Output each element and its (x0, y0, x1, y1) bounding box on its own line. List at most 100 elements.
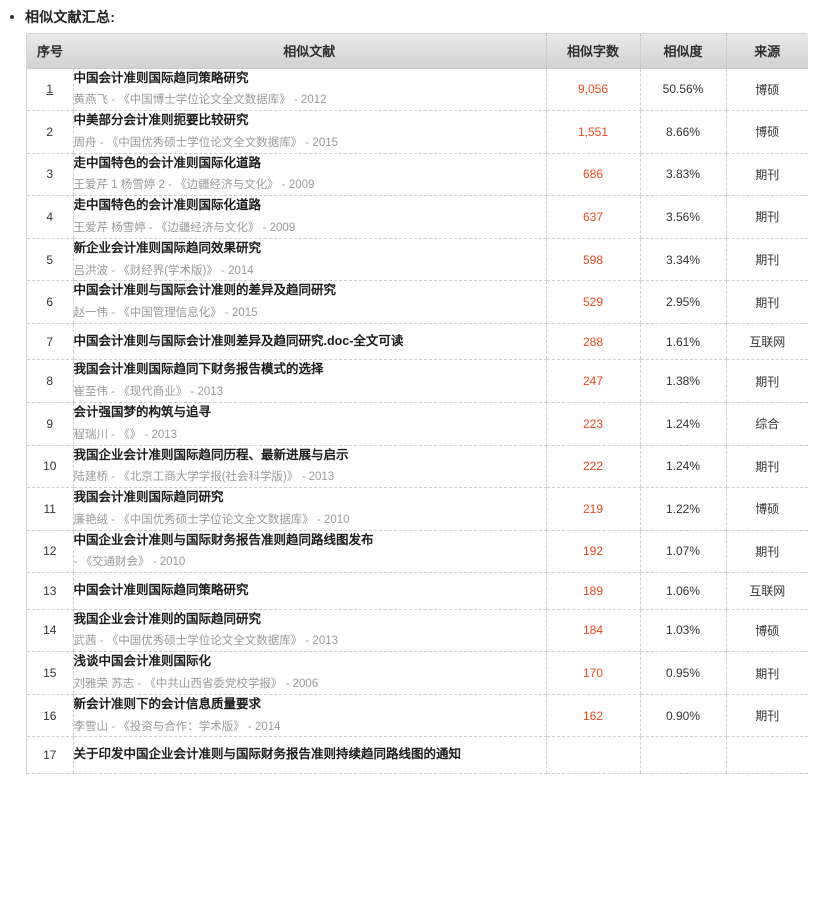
row-index: 12 (43, 544, 57, 559)
document-title[interactable]: 浅谈中国会计准则国际化 (74, 652, 546, 671)
row-index-cell: 9 (27, 402, 73, 446)
table-row[interactable]: 10 我国企业会计准则国际趋同历程、最新进展与启示 陆建桥 - 《北京工商大学学报(… (27, 445, 808, 489)
source-cell: 期刊 (725, 238, 808, 282)
source-cell: 博硕 (725, 68, 808, 112)
document-title[interactable]: 新企业会计准则国际趋同效果研究 (74, 239, 546, 258)
similarity-cell: 1.22% (639, 487, 726, 531)
document-cell: 中美部分会计准则扼要比较研究 周舟 - 《中国优秀硕士学位论文全文数据库》 - 2… (72, 110, 546, 154)
word-count-cell: 247 (545, 359, 640, 403)
table-row[interactable]: 3 走中国特色的会计准则国际化道路 王爱芹 1 杨雪婷 2 - 《边疆经济与文化》 … (27, 153, 808, 197)
table-row[interactable]: 6 中国会计准则与国际会计准则的差异及趋同研究 赵一伟 - 《中国管理信息化》 - … (27, 280, 808, 324)
word-count-cell: 288 (545, 323, 640, 361)
row-index-cell: 1 (27, 68, 73, 112)
table-row[interactable]: 7 中国会计准则与国际会计准则差异及趋同研究.doc-全文可读 288 1.61% 互联… (27, 323, 808, 361)
document-meta: 廉艳绒 - 《中国优秀硕士学位论文全文数据库》 - 2010 (73, 513, 350, 526)
similarity-cell (639, 736, 726, 774)
document-cell: 中国会计准则国际趋同策略研究 (72, 572, 546, 610)
row-index-cell: 14 (27, 609, 73, 653)
similarity-cell: 1.06% (639, 572, 726, 610)
document-title[interactable]: 走中国特色的会计准则国际化道路 (74, 154, 546, 173)
document-meta: 陆建桥 - 《北京工商大学学报(社会科学版)》 - 2013 (73, 471, 335, 484)
bullet-dot-icon (10, 14, 14, 19)
document-title[interactable]: 我国企业会计准则的国际趋同研究 (74, 610, 546, 629)
document-cell: 中国会计准则与国际会计准则的差异及趋同研究 赵一伟 - 《中国管理信息化》 - 2… (72, 280, 546, 324)
table-row[interactable]: 16 新会计准则下的会计信息质量要求李雪山 - 《投资与合作：学术版》 - 201… (27, 694, 808, 738)
row-index-cell: 11 (27, 487, 73, 531)
word-count-cell: 184 (545, 609, 640, 653)
row-index-cell: 4 (27, 195, 73, 239)
similarity-cell: 0.95% (639, 651, 726, 695)
document-title[interactable]: 关于印发中国企业会计准则与国际财务报告准则持续趋同路线图的通知 (74, 746, 546, 764)
table-row[interactable]: 4 走中国特色的会计准则国际化道路 王爱芹 杨雪婷 - 《边疆经济与文化》 - 20… (27, 195, 808, 239)
source-cell: 期刊 (725, 694, 808, 738)
similarity-cell: 3.83% (639, 153, 726, 197)
row-index-cell: 7 (27, 323, 73, 361)
document-cell: 新企业会计准则国际趋同效果研究吕洪波 - 《财经界(学术版)》 - 2014 (72, 238, 546, 282)
row-index: 11 (43, 501, 56, 516)
document-cell: 我国企业会计准则国际趋同历程、最新进展与启示陆建桥 - 《北京工商大学学报(社会… (72, 445, 546, 489)
document-title[interactable]: 我国会计准则国际趋同下财务报告模式的选择 (74, 360, 546, 379)
row-index[interactable]: 1 (46, 82, 53, 96)
column-header-document: 相似文献 (73, 34, 546, 69)
row-index-cell: 8 (27, 359, 73, 403)
row-index-cell: 12 (27, 530, 73, 574)
document-title[interactable]: 新会计准则下的会计信息质量要求 (74, 695, 546, 714)
table-header-row: 序号 相似文献 相似字数 相似度 来源 (27, 34, 808, 69)
row-index: 5 (46, 252, 54, 267)
row-index: 6 (46, 295, 54, 310)
document-title[interactable]: 我国会计准则国际趋同研究 (74, 488, 546, 507)
document-cell: 中国企业会计准则与国际财务报告准则趋同路线图发布 - 《交通财会》 - 2010 (72, 530, 546, 574)
table-row[interactable]: 13 中国会计准则国际趋同策略研究 189 1.06% 互联网 (27, 572, 808, 610)
document-cell: 中国会计准则国际趋同策略研究黄燕飞 - 《中国博士学位论文全文数据库》 - 20… (72, 68, 546, 112)
document-cell: 关于印发中国企业会计准则与国际财务报告准则持续趋同路线图的通知 (72, 736, 546, 774)
similarity-cell: 1.24% (639, 402, 726, 446)
table-row[interactable]: 17 关于印发中国企业会计准则与国际财务报告准则持续趋同路线图的通知 (27, 736, 808, 774)
document-cell: 新会计准则下的会计信息质量要求李雪山 - 《投资与合作：学术版》 - 2014 (72, 694, 546, 738)
row-index: 7 (46, 334, 54, 349)
table-row[interactable]: 5 新企业会计准则国际趋同效果研究 吕洪波 - 《财经界(学术版)》 - 2014 5… (27, 238, 808, 282)
word-count-cell: 222 (545, 445, 640, 489)
document-meta: 黄燕飞 - 《中国博士学位论文全文数据库》 - 2012 (73, 94, 327, 107)
document-title[interactable]: 我国企业会计准则国际趋同历程、最新进展与启示 (74, 446, 546, 465)
document-title[interactable]: 中国会计准则国际趋同策略研究 (74, 582, 546, 600)
row-index-cell: 2 (27, 110, 73, 154)
table-row[interactable]: 14 我国企业会计准则的国际趋同研究 武茜 - 《中国优秀硕士学位论文全文数据库》 … (27, 609, 808, 653)
table-row[interactable]: 1 中国会计准则国际趋同策略研究黄燕飞 - 《中国博士学位论文全文数据库》 - 2… (27, 68, 808, 112)
word-count-cell: 686 (545, 153, 640, 197)
table-row[interactable]: 9 会计强国梦的构筑与追寻 程瑞川 - 《》 - 2013 223 1.24% 综合 (27, 402, 808, 446)
table-header: 序号 相似文献 相似字数 相似度 来源 (27, 34, 808, 69)
word-count-cell: 162 (545, 694, 640, 738)
document-meta: 李雪山 - 《投资与合作：学术版》 - 2014 (73, 720, 281, 733)
table-row[interactable]: 8 我国会计准则国际趋同下财务报告模式的选择崔至伟 - 《现代商业》 - 2013… (27, 359, 808, 403)
document-title[interactable]: 中美部分会计准则扼要比较研究 (74, 111, 546, 130)
document-meta: 吕洪波 - 《财经界(学术版)》 - 2014 (73, 264, 254, 277)
document-meta: 崔至伟 - 《现代商业》 - 2013 (73, 386, 224, 399)
word-count-cell: 219 (545, 487, 640, 531)
source-cell (725, 736, 808, 774)
similarity-cell: 0.90% (639, 694, 726, 738)
source-cell: 期刊 (725, 153, 808, 197)
table-row[interactable]: 2 中美部分会计准则扼要比较研究 周舟 - 《中国优秀硕士学位论文全文数据库》 - … (27, 110, 808, 154)
row-index-cell: 6 (27, 280, 73, 324)
similarity-cell: 8.66% (639, 110, 726, 154)
document-title[interactable]: 会计强国梦的构筑与追寻 (74, 403, 546, 422)
document-title[interactable]: 中国企业会计准则与国际财务报告准则趋同路线图发布 (74, 531, 546, 550)
similarity-cell: 3.34% (639, 238, 726, 282)
source-cell: 互联网 (725, 572, 808, 610)
document-cell: 我国企业会计准则的国际趋同研究 武茜 - 《中国优秀硕士学位论文全文数据库》 - … (72, 609, 546, 653)
table-row[interactable]: 12 中国企业会计准则与国际财务报告准则趋同路线图发布 - 《交通财会》 - 201… (27, 530, 808, 574)
similar-documents-table: 序号 相似文献 相似字数 相似度 来源 1 中国会计准则国际趋同策略研究 黄燕飞 -… (27, 34, 808, 774)
word-count-cell: 189 (545, 572, 640, 610)
row-index: 16 (43, 708, 57, 723)
document-title[interactable]: 中国会计准则与国际会计准则差异及趋同研究.doc-全文可读 (74, 333, 546, 351)
table-row[interactable]: 11 我国会计准则国际趋同研究廉艳绒 - 《中国优秀硕士学位论文全文数据库》 - … (27, 487, 808, 531)
word-count-cell: 192 (545, 530, 640, 574)
document-title[interactable]: 中国会计准则与国际会计准则的差异及趋同研究 (74, 281, 546, 300)
document-cell: 浅谈中国会计准则国际化 刘雅荣 苏志 - 《中共山西省委党校学报》 - 2006 (72, 651, 546, 695)
document-title[interactable]: 中国会计准则国际趋同策略研究 (74, 69, 546, 88)
document-title[interactable]: 走中国特色的会计准则国际化道路 (74, 196, 546, 215)
similarity-cell: 50.56% (639, 68, 726, 112)
similarity-cell: 1.24% (639, 445, 726, 489)
table-row[interactable]: 15 浅谈中国会计准则国际化 刘雅荣 苏志 - 《中共山西省委党校学报》 - 200… (27, 651, 808, 695)
table-body: 1 中国会计准则国际趋同策略研究 黄燕飞 - 《中国博士学位论文全文数据库》 - 2… (27, 68, 808, 774)
